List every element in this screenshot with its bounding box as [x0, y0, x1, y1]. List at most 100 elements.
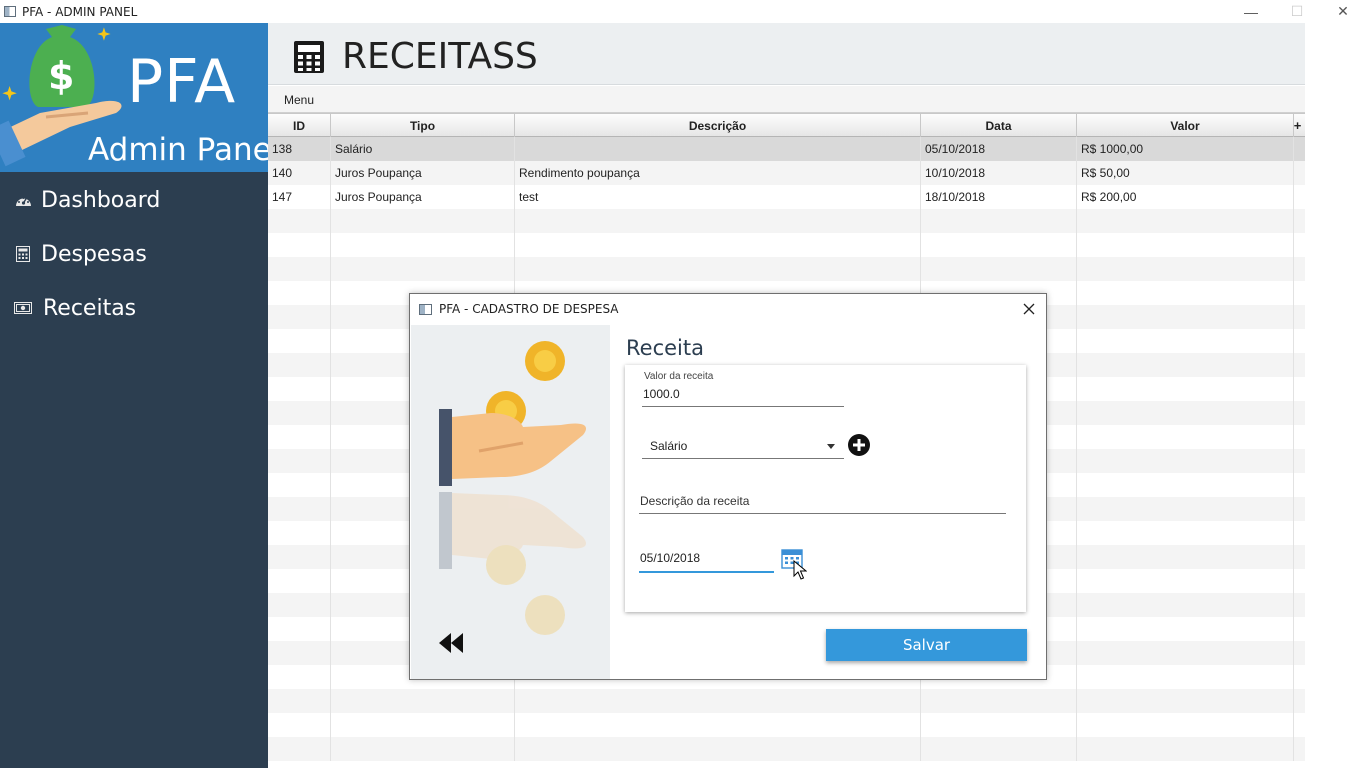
cell-id: [268, 737, 331, 761]
cell-valor: [1077, 305, 1294, 329]
cell-tipo: [331, 737, 515, 761]
empty-table-row[interactable]: [268, 689, 1305, 713]
window-right-area: [1305, 23, 1366, 768]
cell-valor: [1077, 737, 1294, 761]
cell-descricao: Rendimento poupança: [515, 161, 921, 185]
cell-valor: R$ 50,00: [1077, 161, 1294, 185]
empty-table-row[interactable]: [268, 233, 1305, 257]
cell-filler: [1294, 737, 1305, 761]
table-row[interactable]: 138 Salário 05/10/2018 R$ 1000,00: [268, 137, 1305, 161]
cell-valor: [1077, 257, 1294, 281]
minimize-button[interactable]: —: [1228, 0, 1274, 23]
cell-id: [268, 545, 331, 569]
cell-filler: [1294, 353, 1305, 377]
cell-valor: [1077, 497, 1294, 521]
cell-filler: [1294, 233, 1305, 257]
cell-filler: [1294, 281, 1305, 305]
cell-valor: [1077, 209, 1294, 233]
menu-item-menu[interactable]: Menu: [284, 93, 314, 107]
cell-tipo: [331, 209, 515, 233]
window-controls: — ☐ ✕: [1228, 0, 1366, 23]
dialog-illustration-panel: [411, 325, 610, 679]
form-title: Receita: [626, 336, 704, 360]
money-bill-icon: [14, 300, 32, 316]
date-input[interactable]: 05/10/2018: [640, 551, 700, 565]
cell-valor: R$ 200,00: [1077, 185, 1294, 209]
chevron-down-icon[interactable]: [827, 444, 835, 449]
column-header-descricao[interactable]: Descrição: [515, 114, 921, 137]
sidebar-item-label: Despesas: [41, 241, 147, 267]
empty-table-row[interactable]: [268, 257, 1305, 281]
empty-table-row[interactable]: [268, 209, 1305, 233]
close-icon: [1023, 303, 1035, 315]
cell-id: [268, 329, 331, 353]
back-button[interactable]: [439, 633, 463, 653]
window-titlebar: PFA - ADMIN PANEL — ☐ ✕: [0, 0, 1366, 23]
cell-id: [268, 641, 331, 665]
column-header-data[interactable]: Data: [921, 114, 1077, 137]
sidebar-item-dashboard[interactable]: Dashboard: [0, 178, 268, 222]
cell-descricao: [515, 713, 921, 737]
cell-valor: [1077, 593, 1294, 617]
table-row[interactable]: 147 Juros Poupança test 18/10/2018 R$ 200,00: [268, 185, 1305, 209]
cell-valor: [1077, 401, 1294, 425]
app-window-icon: [419, 303, 432, 315]
menu-bar: Menu: [268, 86, 1305, 113]
cell-valor: [1077, 569, 1294, 593]
table-row[interactable]: 140 Juros Poupança Rendimento poupança 10/1…: [268, 161, 1305, 185]
valor-underline: [642, 406, 844, 407]
column-menu-button[interactable]: +: [1290, 114, 1305, 137]
cell-id: [268, 401, 331, 425]
close-window-button[interactable]: ✕: [1320, 0, 1366, 23]
cell-valor: R$ 1000,00: [1077, 137, 1294, 161]
table-header: ID Tipo Descrição Data Valor +: [268, 113, 1305, 137]
cell-tipo: Juros Poupança: [331, 161, 515, 185]
cell-valor: [1077, 233, 1294, 257]
page-header: RECEITASS: [268, 23, 1305, 85]
cell-filler: [1294, 689, 1305, 713]
cell-filler: [1294, 497, 1305, 521]
cell-filler: [1294, 449, 1305, 473]
sidebar-item-despesas[interactable]: Despesas: [0, 232, 268, 276]
cell-valor: [1077, 713, 1294, 737]
column-header-id[interactable]: ID: [268, 114, 331, 137]
empty-table-row[interactable]: [268, 713, 1305, 737]
dialog-close-button[interactable]: [1018, 298, 1040, 320]
save-button[interactable]: Salvar: [826, 629, 1027, 661]
cell-valor: [1077, 473, 1294, 497]
cell-id: 147: [268, 185, 331, 209]
plus-circle-icon[interactable]: [848, 434, 870, 456]
cell-filler: [1294, 593, 1305, 617]
cell-valor: [1077, 665, 1294, 689]
cell-id: [268, 281, 331, 305]
cell-valor: [1077, 449, 1294, 473]
calculator-icon: [14, 246, 32, 262]
cell-filler: [1294, 569, 1305, 593]
cell-id: [268, 497, 331, 521]
tipo-select[interactable]: Salário: [650, 439, 687, 453]
valor-input[interactable]: 1000.0: [643, 387, 680, 401]
valor-label: Valor da receita: [644, 371, 714, 382]
sidebar-item-label: Dashboard: [41, 187, 161, 213]
descricao-input[interactable]: Descrição da receita: [640, 494, 749, 508]
cell-valor: [1077, 353, 1294, 377]
cell-tipo: [331, 257, 515, 281]
column-header-tipo[interactable]: Tipo: [331, 114, 515, 137]
sidebar-item-receitas[interactable]: Receitas: [0, 286, 268, 330]
cell-data: 18/10/2018: [921, 185, 1077, 209]
cell-descricao: [515, 257, 921, 281]
cadastro-dialog: PFA - CADASTRO DE DESPESA Receita Valor …: [409, 293, 1047, 680]
mouse-cursor-icon: [793, 560, 807, 580]
cell-descricao: [515, 209, 921, 233]
empty-table-row[interactable]: [268, 737, 1305, 761]
cell-tipo: Juros Poupança: [331, 185, 515, 209]
cell-id: [268, 449, 331, 473]
cell-valor: [1077, 689, 1294, 713]
column-header-valor[interactable]: Valor: [1077, 114, 1294, 137]
cell-filler: [1294, 425, 1305, 449]
cell-id: [268, 473, 331, 497]
maximize-button[interactable]: ☐: [1274, 0, 1320, 23]
cell-id: [268, 353, 331, 377]
window-title: PFA - ADMIN PANEL: [22, 4, 138, 19]
cell-filler: [1294, 161, 1305, 185]
